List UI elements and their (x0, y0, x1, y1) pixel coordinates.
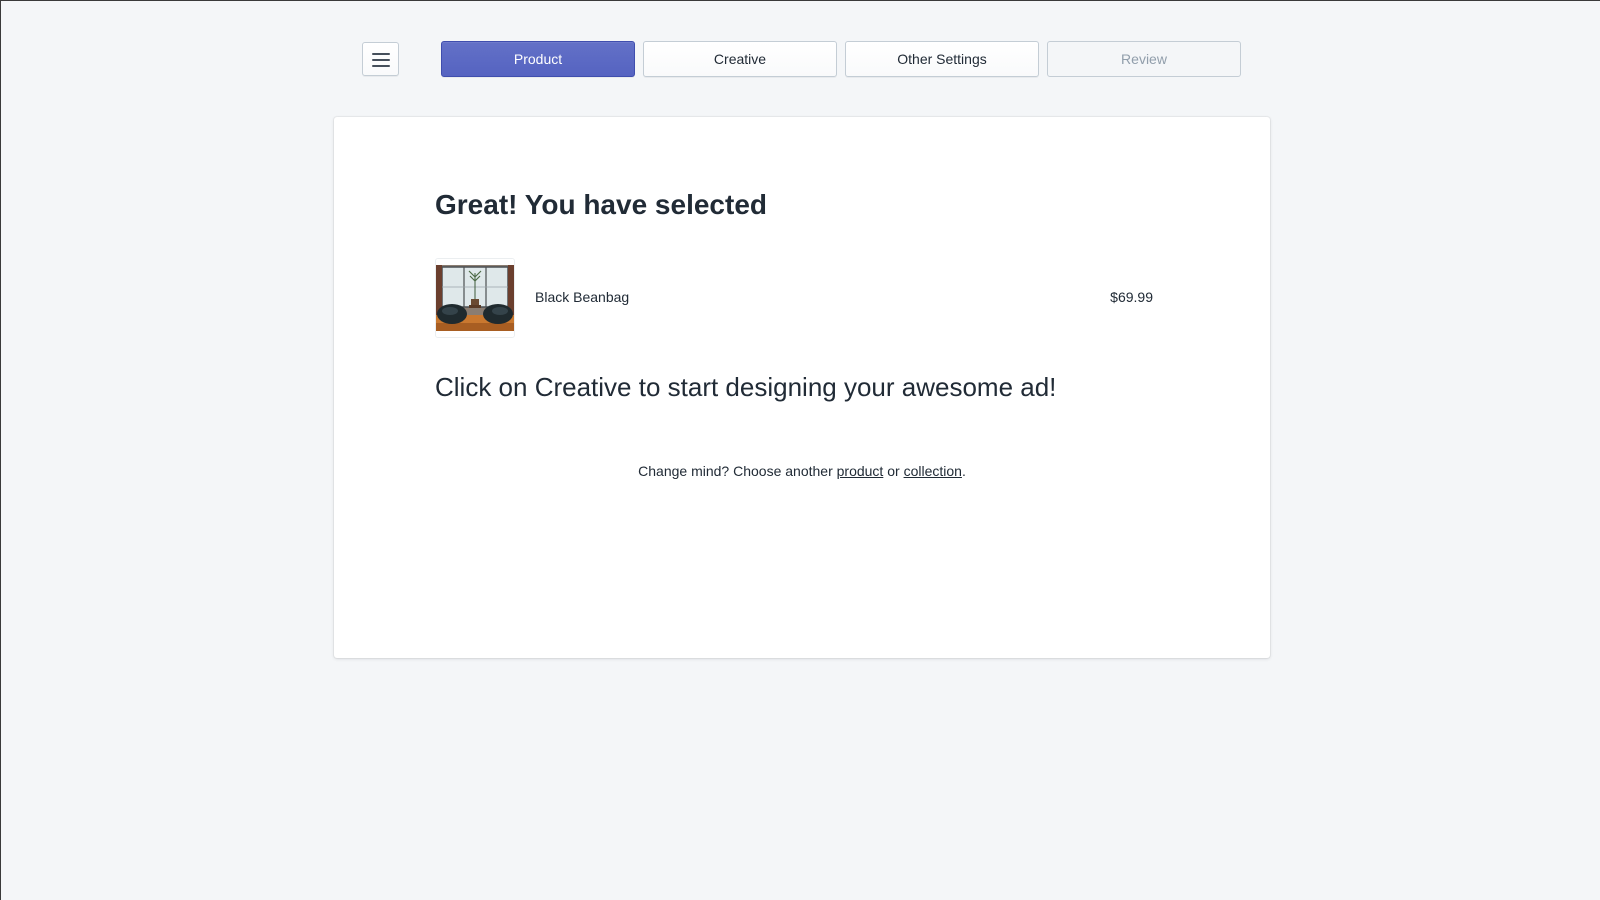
product-thumbnail (435, 258, 515, 338)
hamburger-menu-icon (372, 53, 390, 55)
tab-product[interactable]: Product (441, 41, 635, 77)
product-name: Black Beanbag (535, 289, 630, 305)
selection-card: Great! You have selected Black Beanbag $… (334, 117, 1270, 658)
choose-collection-link[interactable]: collection (904, 463, 962, 479)
product-price: $69.99 (1110, 289, 1153, 305)
tab-other-settings[interactable]: Other Settings (845, 41, 1039, 77)
page-title: Great! You have selected (435, 189, 767, 220)
change-selection-text: Change mind? Choose another product or c… (638, 463, 966, 479)
instruction-text: Click on Creative to start designing you… (435, 372, 1057, 402)
selected-product-row: Black Beanbag $69.99 (435, 258, 1155, 338)
step-navigation: Product Creative Other Settings Review (1, 41, 1600, 77)
tab-review: Review (1047, 41, 1241, 77)
tab-creative[interactable]: Creative (643, 41, 837, 77)
menu-button[interactable] (362, 42, 399, 76)
choose-product-link[interactable]: product (837, 463, 884, 479)
product-thumbnail-image (436, 259, 514, 337)
